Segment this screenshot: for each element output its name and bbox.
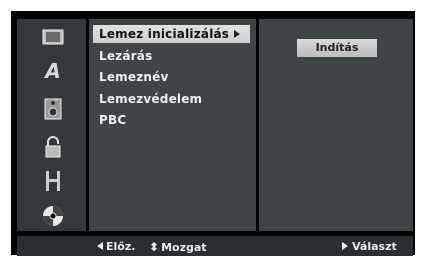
arrow-right-icon <box>342 242 348 250</box>
menu-item-pbc[interactable]: PBC <box>99 111 126 129</box>
speaker-icon[interactable] <box>39 97 67 121</box>
menu-item-disc-name[interactable]: Lemeznév <box>99 68 169 86</box>
category-sidebar: A <box>17 19 86 231</box>
dvd-setup-screen: A Lemez inicializálás Lezárás Lemeznév L… <box>11 11 415 256</box>
menu-item-label: Lemez inicializálás <box>99 27 230 41</box>
menu-item-disc-format[interactable]: Lemez inicializálás <box>93 25 250 43</box>
film-strip-icon[interactable] <box>39 169 67 193</box>
lock-icon[interactable] <box>39 135 67 159</box>
prev-hint: Előz. <box>97 240 135 253</box>
select-hint: Választ <box>342 240 397 253</box>
menu-item-finalize[interactable]: Lezárás <box>99 47 152 65</box>
disc-icon[interactable] <box>39 204 67 228</box>
chevron-right-icon <box>234 30 240 38</box>
up-down-arrows-icon: ⬍ <box>149 240 160 254</box>
film-icon[interactable] <box>39 25 67 49</box>
menu-item-disc-protect[interactable]: Lemezvédelem <box>99 90 202 108</box>
help-bar: Előz. ⬍ Mozgat Választ <box>17 236 413 256</box>
language-letter-icon[interactable]: A <box>39 59 67 83</box>
move-hint: ⬍ Mozgat <box>149 240 207 254</box>
arrow-left-icon <box>97 242 103 250</box>
start-button[interactable]: Indítás <box>297 39 377 57</box>
